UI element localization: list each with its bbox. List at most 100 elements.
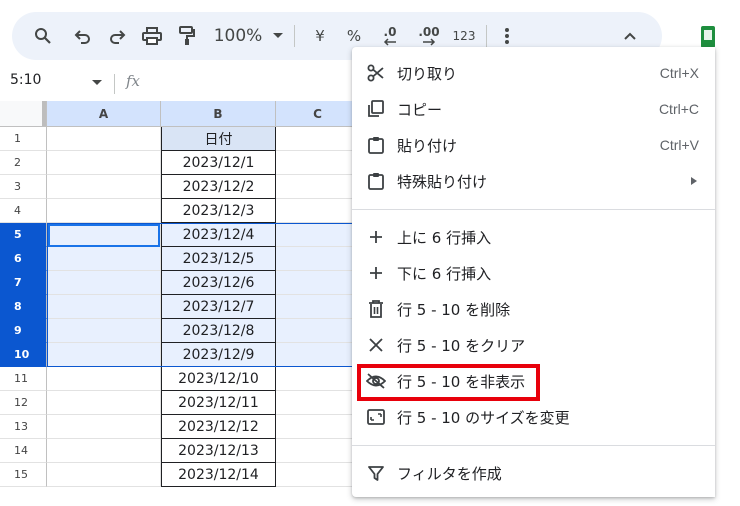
search-menus-icon[interactable] — [30, 12, 56, 60]
row-header[interactable]: 1 — [0, 127, 47, 151]
spreadsheet-grid: A B C 1 日付 2 2023/12/1 3 2023/12/2 4 2023/12/3 5… — [0, 101, 360, 506]
row-header[interactable]: 2 — [0, 151, 47, 175]
decrease-decimal-label: .0 — [383, 25, 397, 39]
currency-format-button[interactable]: ¥ — [308, 12, 332, 60]
row-header[interactable]: 13 — [0, 415, 47, 439]
menu-item-label: 特殊貼り付け — [397, 172, 488, 191]
row-header[interactable]: 12 — [0, 391, 47, 415]
cell-a[interactable] — [47, 343, 161, 367]
cell-c[interactable] — [276, 223, 360, 247]
cell-c[interactable] — [276, 319, 360, 343]
menu-item-delete-rows[interactable]: 行 5 - 10 を削除 — [352, 292, 715, 326]
cell-c[interactable] — [276, 463, 360, 487]
menu-item-paste-special[interactable]: 特殊貼り付け — [352, 164, 715, 198]
currency-label: ¥ — [315, 27, 325, 45]
cell-b[interactable]: 2023/12/6 — [161, 271, 276, 295]
cell-c[interactable] — [276, 199, 360, 223]
cell-a[interactable] — [47, 247, 161, 271]
cell-a[interactable] — [47, 415, 161, 439]
cell-b[interactable]: 2023/12/8 — [161, 319, 276, 343]
cell-b[interactable]: 2023/12/10 — [161, 367, 276, 391]
menu-item-cut[interactable]: 切り取り Ctrl+X — [352, 56, 715, 90]
row-header[interactable]: 11 — [0, 367, 47, 391]
zoom-dropdown-icon[interactable] — [270, 12, 286, 60]
row-header[interactable]: 7 — [0, 271, 47, 295]
menu-item-insert-above[interactable]: 上に 6 行挿入 — [352, 220, 715, 254]
toolbar-divider — [294, 25, 295, 47]
cell-c[interactable] — [276, 175, 360, 199]
row-header[interactable]: 4 — [0, 199, 47, 223]
name-box-dropdown-icon[interactable] — [92, 80, 102, 85]
cell-c[interactable] — [276, 295, 360, 319]
cell-c[interactable] — [276, 343, 360, 367]
cell-a[interactable] — [47, 127, 161, 151]
cell-b[interactable]: 2023/12/13 — [161, 439, 276, 463]
cell-a[interactable] — [47, 223, 161, 247]
cell-a[interactable] — [47, 439, 161, 463]
print-icon[interactable] — [138, 12, 166, 60]
cell-a[interactable] — [47, 319, 161, 343]
cell-a[interactable] — [47, 151, 161, 175]
row-header[interactable]: 10 — [0, 343, 47, 367]
cell-a[interactable] — [47, 367, 161, 391]
select-all-corner[interactable] — [0, 101, 47, 127]
menu-item-copy[interactable]: コピー Ctrl+C — [352, 92, 715, 126]
row-header[interactable]: 9 — [0, 319, 47, 343]
cell-c[interactable] — [276, 151, 360, 175]
row-header[interactable]: 3 — [0, 175, 47, 199]
sheets-logo-icon — [701, 26, 715, 48]
cell-c[interactable] — [276, 127, 360, 151]
menu-divider — [352, 445, 715, 446]
cell-a[interactable] — [47, 271, 161, 295]
cell-b[interactable]: 2023/12/11 — [161, 391, 276, 415]
cell-a[interactable] — [47, 199, 161, 223]
cell-a[interactable] — [47, 295, 161, 319]
zoom-select[interactable]: 100% — [212, 12, 264, 60]
cell-c[interactable] — [276, 415, 360, 439]
menu-item-paste[interactable]: 貼り付け Ctrl+V — [352, 128, 715, 162]
column-header-a[interactable]: A — [47, 101, 161, 127]
menu-item-resize-rows[interactable]: 行 5 - 10 のサイズを変更 — [352, 400, 715, 434]
row-header[interactable]: 15 — [0, 463, 47, 487]
menu-item-label: 切り取り — [397, 64, 458, 83]
cell-b[interactable]: 2023/12/12 — [161, 415, 276, 439]
menu-item-clear-rows[interactable]: 行 5 - 10 をクリア — [352, 328, 715, 362]
row-header[interactable]: 6 — [0, 247, 47, 271]
column-header-c[interactable]: C — [276, 101, 360, 127]
cell-c[interactable] — [276, 439, 360, 463]
cell-b[interactable]: 2023/12/1 — [161, 151, 276, 175]
cell-b[interactable]: 2023/12/5 — [161, 247, 276, 271]
menu-item-label: 行 5 - 10 をクリア — [397, 336, 526, 355]
name-box[interactable]: 5:10 — [10, 72, 41, 88]
row-header[interactable]: 14 — [0, 439, 47, 463]
cell-c[interactable] — [276, 367, 360, 391]
cell-c[interactable] — [276, 271, 360, 295]
undo-icon[interactable] — [70, 12, 96, 60]
toolbar-divider — [486, 25, 487, 47]
fx-icon: fx — [126, 72, 141, 90]
plus-icon — [366, 263, 386, 283]
row-header[interactable]: 8 — [0, 295, 47, 319]
increase-decimal-label: .00 — [418, 25, 440, 39]
cell-a[interactable] — [47, 175, 161, 199]
cell-a[interactable] — [47, 463, 161, 487]
row-header[interactable]: 5 — [0, 223, 47, 247]
menu-item-label: 上に 6 行挿入 — [397, 228, 492, 247]
cell-a[interactable] — [47, 391, 161, 415]
cell-b[interactable]: 2023/12/14 — [161, 463, 276, 487]
cell-b[interactable]: 2023/12/9 — [161, 343, 276, 367]
column-header-b[interactable]: B — [161, 101, 276, 127]
paint-format-icon[interactable] — [174, 12, 200, 60]
cell-b[interactable]: 2023/12/2 — [161, 175, 276, 199]
menu-item-hide-rows[interactable]: 行 5 - 10 を非表示 — [352, 364, 715, 398]
cell-b[interactable]: 2023/12/7 — [161, 295, 276, 319]
cell-c[interactable] — [276, 247, 360, 271]
menu-item-insert-below[interactable]: 下に 6 行挿入 — [352, 256, 715, 290]
cell-b[interactable]: 2023/12/3 — [161, 199, 276, 223]
cell-b[interactable]: 2023/12/4 — [161, 223, 276, 247]
menu-item-create-filter[interactable]: フィルタを作成 — [352, 456, 715, 490]
zoom-value: 100% — [213, 26, 263, 46]
redo-icon[interactable] — [104, 12, 130, 60]
cell-c[interactable] — [276, 391, 360, 415]
cell-b[interactable]: 日付 — [161, 127, 276, 151]
